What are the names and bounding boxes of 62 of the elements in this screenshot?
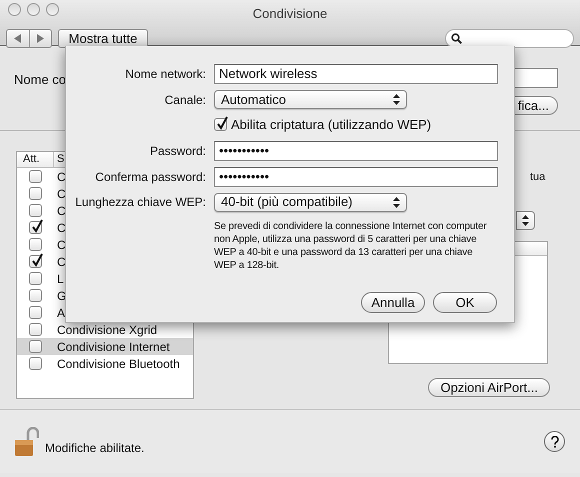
popup-menu[interactable]: 40-bit (più compatibile) <box>214 192 407 212</box>
column-header[interactable]: Att. <box>17 152 54 167</box>
checkbox[interactable] <box>29 306 42 319</box>
input-field[interactable]: Network wireless <box>214 64 498 84</box>
field-label: Lunghezza chiave WEP: <box>74 194 206 211</box>
input-field[interactable]: ••••••••••• <box>214 166 498 186</box>
service-name: L <box>56 270 64 288</box>
search-field[interactable] <box>445 29 574 48</box>
checkbox[interactable] <box>29 272 42 285</box>
field-label: Canale: <box>164 92 206 108</box>
back-forward-control[interactable] <box>6 29 52 48</box>
help-button[interactable] <box>544 431 565 452</box>
stepper-icon <box>522 215 529 226</box>
checkbox[interactable] <box>214 118 227 132</box>
field-label: Password: <box>148 142 206 160</box>
help-icon <box>550 436 558 448</box>
service-name: Condivisione Internet <box>56 338 170 356</box>
service-name: C <box>56 186 66 202</box>
service-row[interactable]: Condivisione Internet <box>17 338 193 355</box>
info-text: Se prevedi di condividere la connessione Internet con computer non Apple, utilizza una password di 5 caratteri per una chiave WEP a 40-bit e una password da 13 caratteri per una chiave WEP a 128-bit. <box>214 220 488 272</box>
service-name: C <box>56 236 66 254</box>
service-name: C <box>56 202 66 220</box>
service-name: Condivisione Bluetooth <box>56 356 180 372</box>
window-button[interactable] <box>46 3 59 16</box>
popup-menu[interactable]: Automatico <box>214 90 407 109</box>
description-text: tua <box>530 170 546 185</box>
popup-menu[interactable] <box>516 211 535 230</box>
search-icon <box>451 33 462 44</box>
checkbox[interactable] <box>29 255 42 268</box>
input-field[interactable]: ••••••••••• <box>214 140 498 160</box>
stepper-icon <box>393 196 400 208</box>
checkbox[interactable] <box>29 187 42 200</box>
checkbox[interactable] <box>29 289 42 302</box>
checkbox[interactable] <box>29 357 42 370</box>
airport-options-button[interactable]: Opzioni AirPort... <box>428 378 550 397</box>
padlock-icon <box>15 426 39 456</box>
checkbox[interactable] <box>29 221 42 234</box>
checkbox[interactable] <box>29 323 42 336</box>
forward-arrow-icon <box>36 34 44 43</box>
status-text: Modifiche abilitate. <box>45 440 144 456</box>
service-name: C <box>56 168 66 186</box>
column-header[interactable]: S <box>54 152 64 167</box>
stepper-icon <box>393 94 400 105</box>
computer-name-label: Nome co <box>14 71 66 89</box>
window-button[interactable] <box>8 3 21 16</box>
field-label: Conferma password: <box>94 168 206 186</box>
window-title: Condivisione <box>252 6 328 21</box>
checkbox[interactable] <box>29 340 42 353</box>
checkbox[interactable] <box>29 238 42 251</box>
show-all-button[interactable]: Mostra tutte <box>58 29 148 48</box>
field-label: Nome network: <box>124 66 206 83</box>
back-arrow-icon <box>14 34 22 43</box>
checkbox[interactable] <box>29 204 42 217</box>
dialog-button[interactable]: OK <box>433 292 497 312</box>
checkbox[interactable] <box>29 170 42 183</box>
window-button[interactable] <box>27 3 40 16</box>
service-name: C <box>56 254 66 270</box>
service-name: C <box>56 220 66 236</box>
checkbox-label: Abilita criptatura (utilizzando WEP) <box>231 116 432 134</box>
dialog-button[interactable]: Annulla <box>361 292 425 312</box>
service-name: Condivisione Xgrid <box>56 322 158 338</box>
service-name: A <box>56 304 66 322</box>
